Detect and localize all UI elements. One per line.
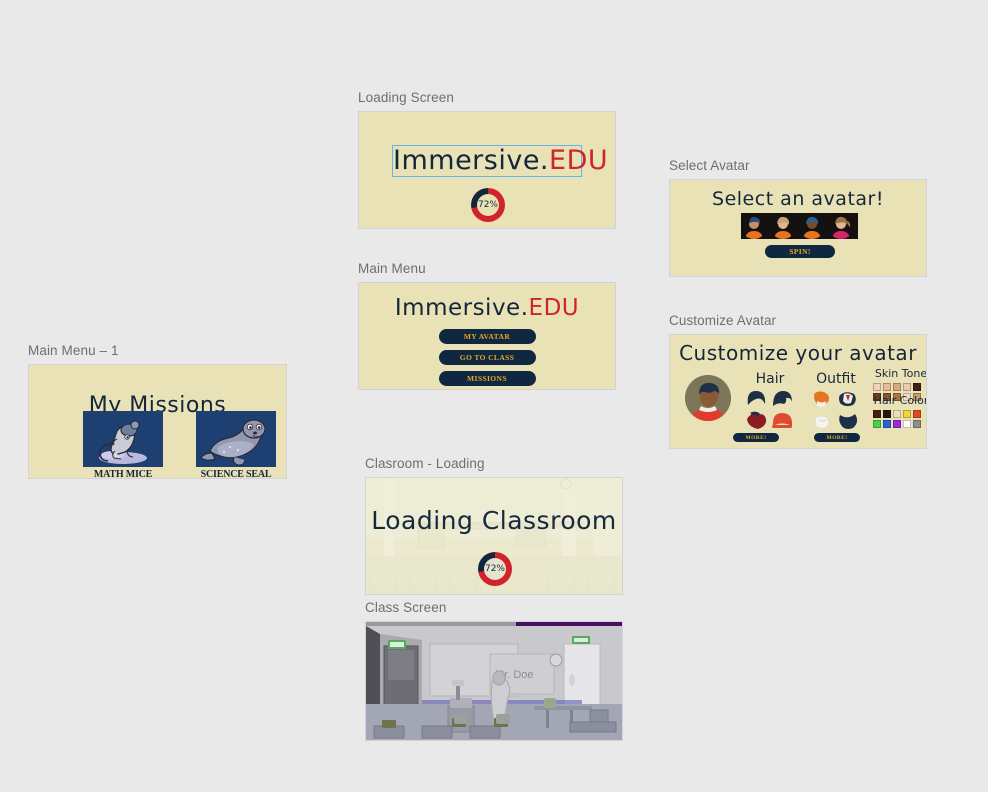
outfit-option[interactable] [836, 411, 860, 431]
my-avatar-button[interactable]: MY AVATAR [438, 329, 536, 344]
skin-tone-swatch[interactable] [873, 383, 881, 391]
progress-ring-loading: 72% [471, 188, 505, 222]
panel-group-missions: Main Menu – 1 My Missions MATH MICE SCIE… [28, 343, 287, 479]
customize-avatar-title: Customize your avatar [679, 341, 917, 365]
hair-color-swatch[interactable] [913, 420, 921, 428]
hair-option[interactable] [770, 389, 794, 409]
mouse-on-ice-icon [83, 411, 163, 467]
app-title: Immersive.EDU [393, 145, 608, 176]
app-title-accent: EDU [528, 295, 580, 321]
main-menu-button-list: MY AVATAR GO TO CLASS MISSIONS [359, 329, 615, 386]
panel-select-avatar[interactable]: Select an avatar! SPIN! [669, 179, 927, 277]
outfit-option[interactable] [810, 389, 834, 409]
progress-percent-label: 72% [484, 564, 505, 574]
panel-label-customize-avatar: Customize Avatar [669, 313, 777, 328]
hair-option[interactable] [744, 411, 768, 431]
panel-group-class-screen: Class Screen Mr. Doe [365, 600, 623, 741]
progress-ring-classroom: 72% [478, 552, 512, 586]
avatar-option[interactable] [799, 213, 825, 239]
mission-label: MATH MICE [93, 469, 153, 479]
hair-options-grid [744, 389, 794, 431]
panel-group-customize-avatar: Customize Avatar Customize your avatar H… [669, 313, 927, 449]
panel-label-select-avatar: Select Avatar [669, 158, 750, 173]
hair-color-swatch[interactable] [913, 410, 921, 418]
classroom-3d-view: Mr. Doe [366, 622, 622, 740]
go-to-class-button[interactable]: GO TO CLASS [438, 350, 536, 365]
avatar-option[interactable] [770, 213, 796, 239]
panel-label-class-screen: Class Screen [365, 600, 447, 615]
panel-classroom-loading[interactable]: Loading Classroom 72% [365, 477, 623, 595]
outfit-option[interactable] [810, 411, 834, 431]
spin-button[interactable]: SPIN! [765, 245, 835, 258]
outfit-more-button[interactable]: MORE! [814, 433, 860, 442]
hair-color-swatch[interactable] [873, 410, 881, 418]
panel-group-classroom-loading: Clasroom - Loading Loading Classroom 72% [365, 456, 623, 595]
panel-label-main-menu: Main Menu [358, 261, 426, 276]
hair-color-swatch[interactable] [903, 410, 911, 418]
avatar-carousel[interactable] [741, 213, 858, 239]
avatar-option[interactable] [741, 213, 767, 239]
avatar-preview [685, 375, 731, 421]
panel-group-main-menu: Main Menu Immersive.EDU MY AVATAR GO TO … [358, 261, 616, 390]
skin-tone-swatch[interactable] [893, 383, 901, 391]
panel-label-missions: Main Menu – 1 [28, 343, 119, 358]
outfit-options-grid [810, 389, 860, 431]
avatar-option[interactable] [828, 213, 854, 239]
outfit-option[interactable] [836, 389, 860, 409]
hair-color-swatch[interactable] [893, 420, 901, 428]
skin-tone-swatch[interactable] [903, 383, 911, 391]
panel-label-loading-screen: Loading Screen [358, 90, 454, 105]
hair-option[interactable] [770, 411, 794, 431]
hair-color-swatch[interactable] [903, 420, 911, 428]
missions-button[interactable]: MISSIONS [438, 371, 536, 386]
hair-section-heading: Hair [755, 371, 785, 387]
panel-class-screen[interactable]: Mr. Doe [365, 621, 623, 741]
skin-tone-swatch[interactable] [913, 383, 921, 391]
app-title-primary: Immersive. [393, 145, 550, 176]
panel-label-classroom-loading: Clasroom - Loading [365, 456, 485, 471]
skin-tone-heading: Skin Tone [874, 367, 927, 380]
app-title-accent: EDU [549, 145, 609, 176]
panel-my-missions[interactable]: My Missions MATH MICE SCIENCE SEAL [28, 364, 287, 479]
mission-label: SCIENCE SEAL [200, 469, 272, 479]
hair-color-swatch[interactable] [893, 410, 901, 418]
title-selection-box[interactable]: Immersive.EDU [392, 145, 608, 177]
panel-main-menu[interactable]: Immersive.EDU MY AVATAR GO TO CLASS MISS… [358, 282, 616, 390]
hair-color-palette [873, 410, 921, 428]
skin-tone-swatch[interactable] [883, 383, 891, 391]
seal-icon [196, 411, 276, 467]
panel-loading-screen[interactable]: Immersive.EDU 72% [358, 111, 616, 229]
progress-percent-label: 72% [477, 200, 498, 210]
hair-color-heading: Hair Color [873, 394, 927, 407]
panel-group-select-avatar: Select Avatar Select an avatar! SPIN! [669, 158, 927, 277]
hair-color-swatch[interactable] [883, 420, 891, 428]
mission-card-science-seal[interactable]: SCIENCE SEAL [196, 411, 276, 478]
hair-option[interactable] [744, 389, 768, 409]
outfit-section-heading: Outfit [816, 371, 856, 387]
panel-group-loading-screen: Loading Screen Immersive.EDU 72% [358, 90, 616, 229]
hair-color-swatch[interactable] [883, 410, 891, 418]
hair-more-button[interactable]: MORE! [733, 433, 779, 442]
hair-color-swatch[interactable] [873, 420, 881, 428]
app-title: Immersive.EDU [359, 295, 615, 321]
classroom-loading-title: Loading Classroom [371, 506, 617, 535]
app-title-primary: Immersive. [394, 295, 529, 321]
mission-card-math-mice[interactable]: MATH MICE [83, 411, 163, 478]
screenshot-canvas: Main Menu – 1 My Missions MATH MICE SCIE… [0, 0, 988, 792]
select-avatar-title: Select an avatar! [712, 188, 884, 210]
panel-customize-avatar[interactable]: Customize your avatar Hair MORE! Outfit … [669, 334, 927, 449]
